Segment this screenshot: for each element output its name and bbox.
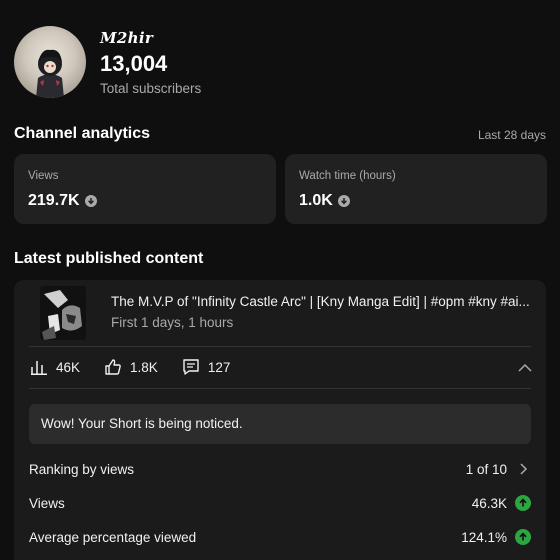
channel-info: M2hir 13,004 Total subscribers xyxy=(100,29,201,96)
likes-metric-value: 1.8K xyxy=(130,359,158,375)
channel-name[interactable]: M2hir xyxy=(100,29,201,47)
avg-viewed-value: 124.1% xyxy=(461,529,507,545)
avg-viewed-row: Average percentage viewed 124.1% xyxy=(29,526,531,548)
divider xyxy=(29,388,531,389)
views-metric-value: 46K xyxy=(56,359,81,375)
views-stat-card[interactable]: Views 219.7K xyxy=(14,154,276,224)
comments-metric: 127 xyxy=(182,358,231,376)
watch-time-stat-value: 1.0K xyxy=(299,192,333,209)
period-label: Last 28 days xyxy=(477,128,546,142)
channel-analytics-title: Channel analytics xyxy=(14,125,151,142)
avg-viewed-label: Average percentage viewed xyxy=(29,529,197,545)
chevron-up-icon xyxy=(518,363,532,372)
video-age: First 1 days, 1 hours xyxy=(111,315,234,330)
latest-content-title: Latest published content xyxy=(14,250,204,267)
arrow-up-circle-icon xyxy=(515,495,531,511)
chevron-right-icon xyxy=(520,463,528,475)
views-row: Views 46.3K xyxy=(29,492,531,514)
likes-metric: 1.8K xyxy=(104,358,158,376)
views-row-value: 46.3K xyxy=(471,495,507,511)
divider xyxy=(29,346,531,347)
arrow-down-circle-icon xyxy=(337,195,350,207)
manga-thumbnail-icon xyxy=(40,286,86,340)
avatar-figure-icon xyxy=(36,49,64,98)
notice-banner: Wow! Your Short is being noticed. xyxy=(29,404,531,444)
channel-header: M2hir 13,004 Total subscribers xyxy=(14,26,201,98)
video-metrics: 46K 1.8K 127 xyxy=(30,358,254,376)
ranking-row[interactable]: Ranking by views 1 of 10 xyxy=(29,458,531,480)
bar-chart-icon xyxy=(31,361,47,375)
thumbs-up-icon xyxy=(105,359,121,375)
ranking-value: 1 of 10 xyxy=(465,461,507,477)
comments-metric-value: 127 xyxy=(207,359,231,375)
arrow-down-circle-icon xyxy=(84,195,97,207)
views-stat-label: Views xyxy=(28,170,59,182)
ranking-label: Ranking by views xyxy=(29,461,135,477)
views-row-label: Views xyxy=(29,495,65,511)
channel-avatar[interactable] xyxy=(14,26,86,98)
watch-time-stat-label: Watch time (hours) xyxy=(299,170,396,182)
latest-content-card: The M.V.P of "Infinity Castle Arc" | [Kn… xyxy=(14,280,546,560)
subscriber-label: Total subscribers xyxy=(100,80,202,96)
comment-icon xyxy=(183,359,199,375)
watch-time-stat-value-row: 1.0K xyxy=(299,192,533,210)
views-metric: 46K xyxy=(30,359,80,375)
arrow-up-circle-icon xyxy=(515,529,531,545)
video-title[interactable]: The M.V.P of "Infinity Castle Arc" | [Kn… xyxy=(111,294,531,309)
subscriber-count: 13,004 xyxy=(100,50,168,76)
collapse-button[interactable] xyxy=(518,360,532,378)
views-stat-value-row: 219.7K xyxy=(28,192,262,210)
watch-time-stat-card[interactable]: Watch time (hours) 1.0K xyxy=(285,154,547,224)
views-stat-value: 219.7K xyxy=(28,192,80,209)
video-thumbnail[interactable] xyxy=(40,286,86,340)
